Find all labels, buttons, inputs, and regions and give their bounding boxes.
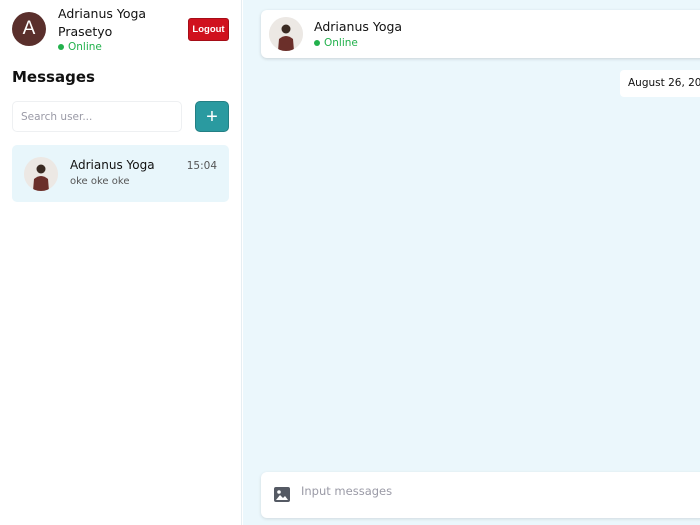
chat-header: Adrianus Yoga Online	[261, 10, 700, 58]
message-input-bar	[261, 472, 700, 518]
conversation-item[interactable]: Adrianus Yoga oke oke oke 15:04	[12, 145, 229, 202]
online-dot-icon	[58, 44, 64, 50]
date-chip: August 26, 202	[620, 70, 700, 97]
add-conversation-button[interactable]: +	[195, 101, 229, 132]
image-upload-icon[interactable]	[274, 487, 290, 502]
chat-contact-status: Online	[314, 37, 358, 49]
message-input[interactable]	[301, 484, 681, 498]
logout-button[interactable]: Logout	[188, 18, 229, 41]
search-input[interactable]	[12, 101, 182, 132]
user-name: Adrianus Yoga Prasetyo	[58, 5, 168, 41]
chat-panel: Adrianus Yoga Online August 26, 202	[243, 0, 700, 525]
online-dot-icon	[314, 40, 320, 46]
contact-avatar	[269, 17, 303, 51]
avatar: A	[12, 12, 46, 46]
status-label: Online	[68, 41, 102, 53]
conversation-time: 15:04	[187, 160, 217, 172]
current-user: A Adrianus Yoga Prasetyo Online	[12, 12, 46, 46]
conversation-name: Adrianus Yoga	[70, 158, 155, 172]
contact-avatar	[24, 157, 58, 191]
conversation-last-message: oke oke oke	[70, 176, 129, 187]
chat-contact-name: Adrianus Yoga	[314, 19, 402, 34]
status-label: Online	[324, 37, 358, 49]
messages-title: Messages	[12, 68, 95, 86]
user-status: Online	[58, 41, 168, 53]
sidebar: A Adrianus Yoga Prasetyo Online Logout M…	[0, 0, 242, 525]
